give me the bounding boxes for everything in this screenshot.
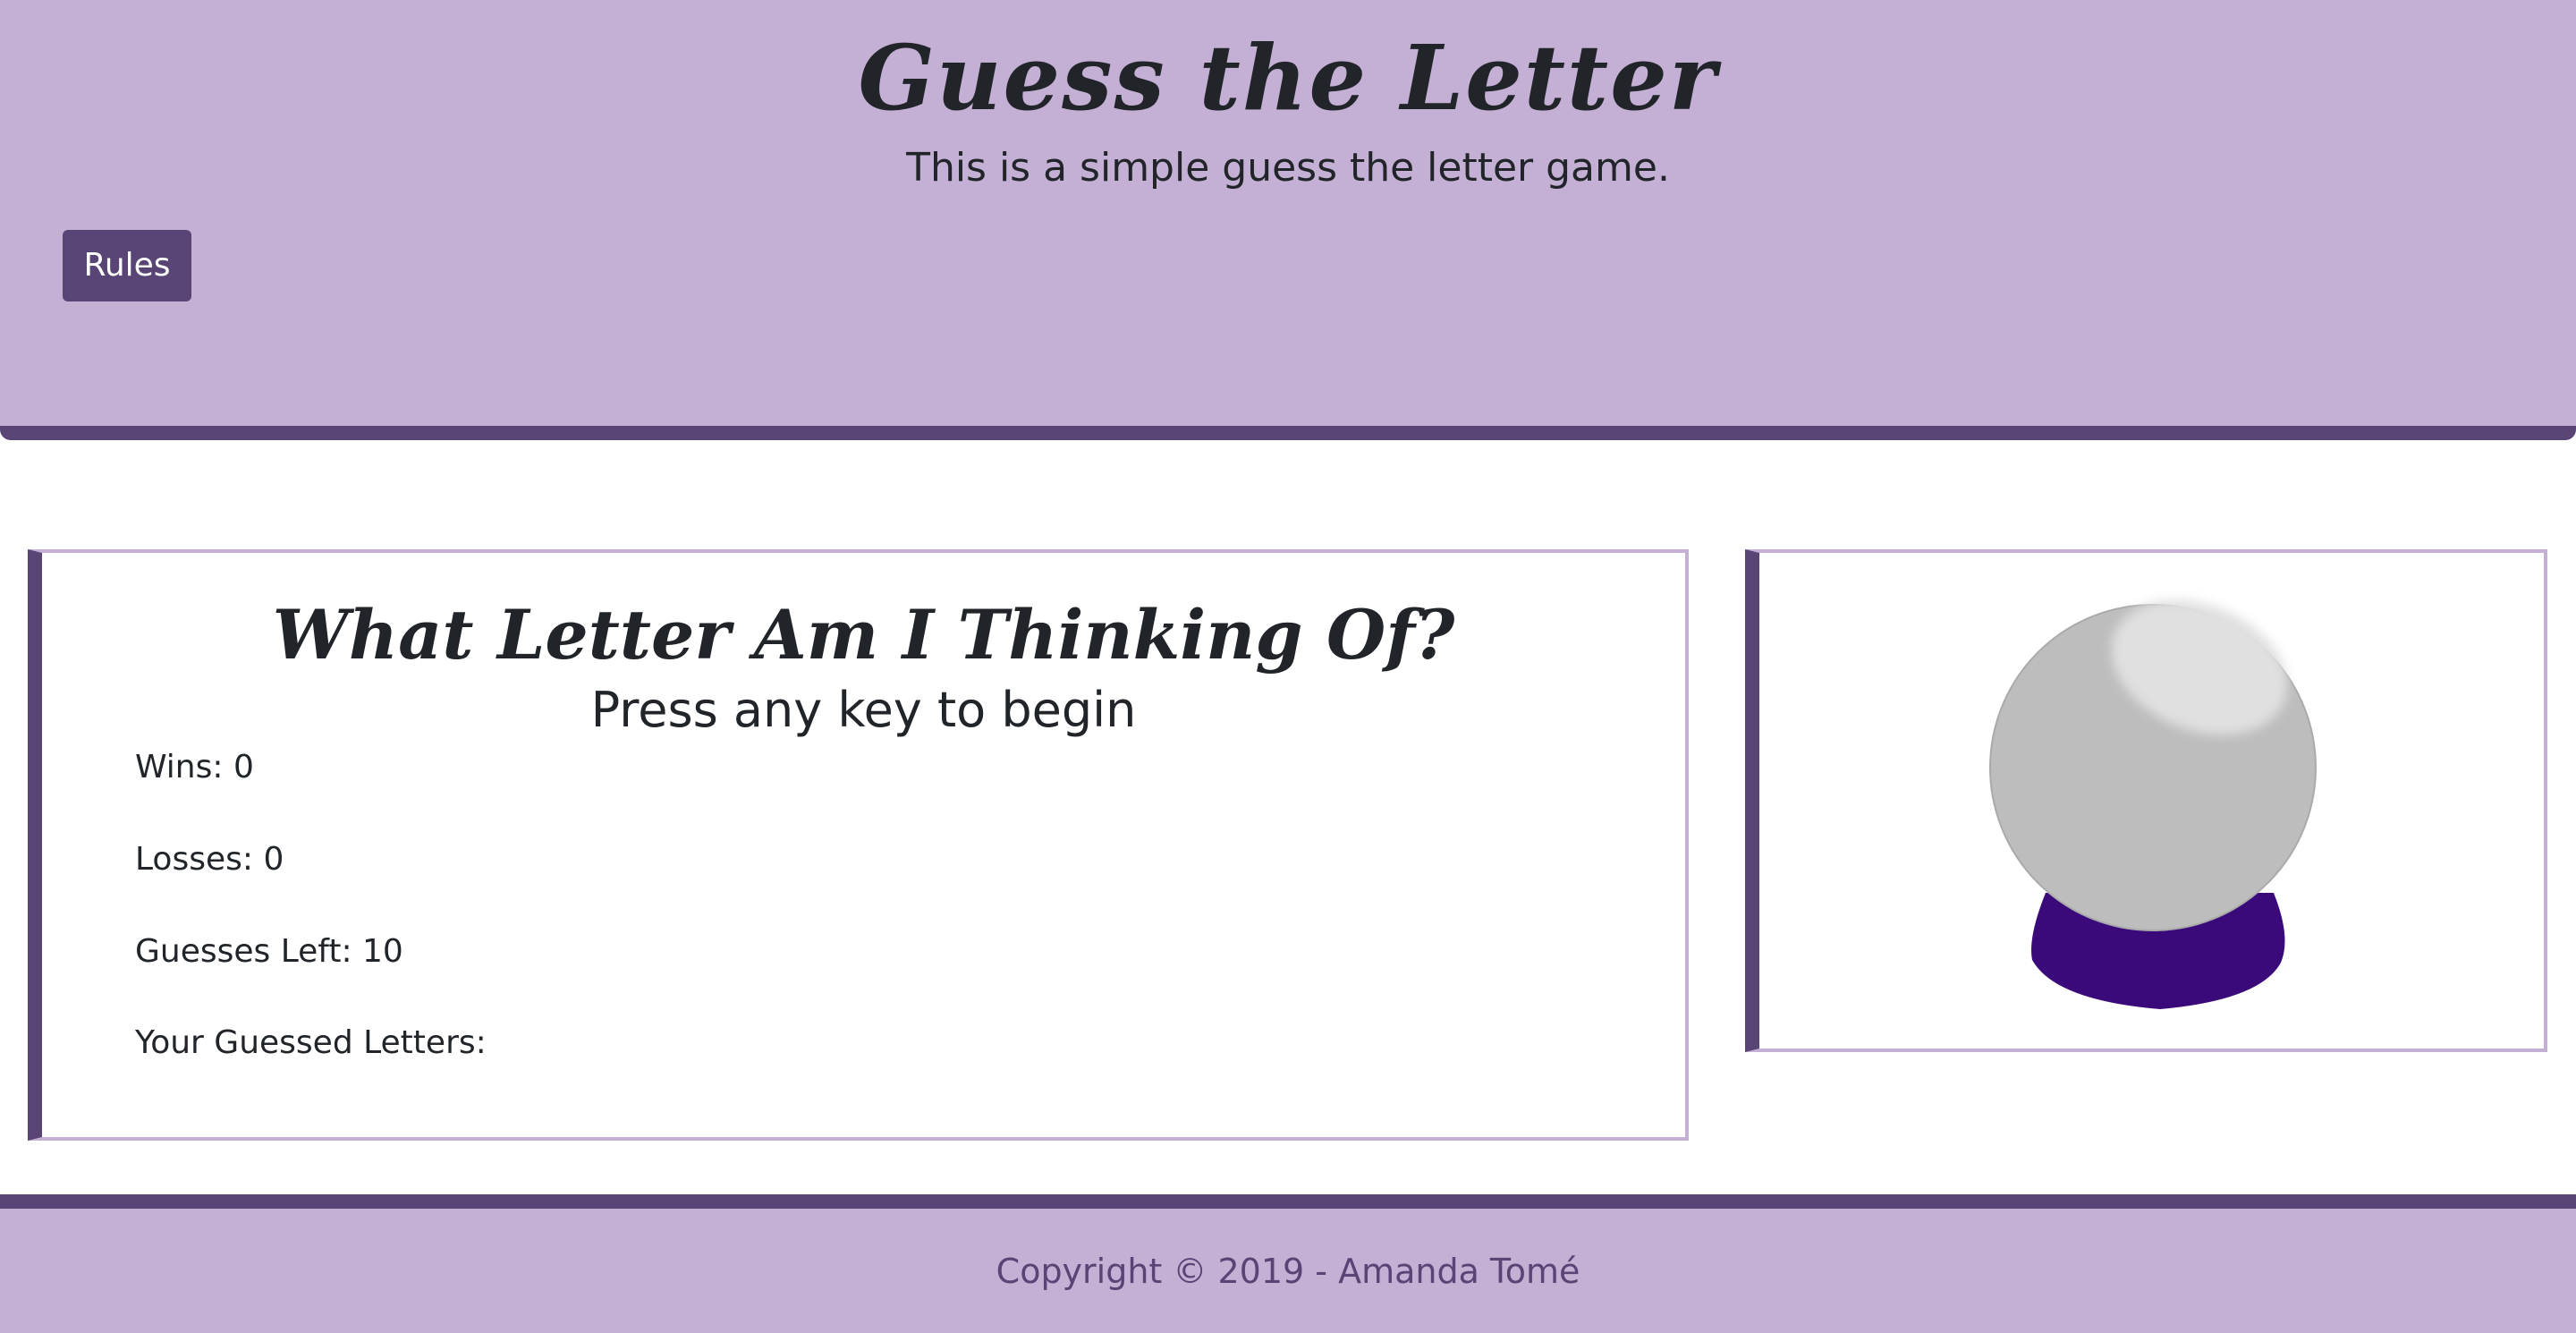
game-prompt: Press any key to begin: [590, 682, 1137, 738]
site-subtitle: This is a simple guess the letter game.: [906, 145, 1670, 191]
wins-counter: Wins: 0: [135, 749, 254, 785]
crystal-ball-icon: [1989, 599, 2317, 1009]
guesses-left-counter: Guesses Left: 10: [135, 933, 403, 970]
image-card: [1745, 549, 2547, 1052]
copyright-text: Copyright © 2019 - Amanda Tomé: [996, 1252, 1580, 1291]
game-title: What Letter Am I Thinking Of?: [272, 595, 1455, 675]
header-jumbotron: Guess the Letter This is a simple guess …: [0, 0, 2576, 440]
footer: Copyright © 2019 - Amanda Tomé: [0, 1194, 2576, 1333]
rules-button[interactable]: Rules: [63, 230, 191, 301]
game-card: What Letter Am I Thinking Of? Press any …: [28, 549, 1689, 1141]
losses-counter: Losses: 0: [135, 841, 284, 878]
guessed-letters-list: Your Guessed Letters:: [135, 1024, 487, 1061]
site-title: Guess the Letter: [858, 25, 1718, 131]
